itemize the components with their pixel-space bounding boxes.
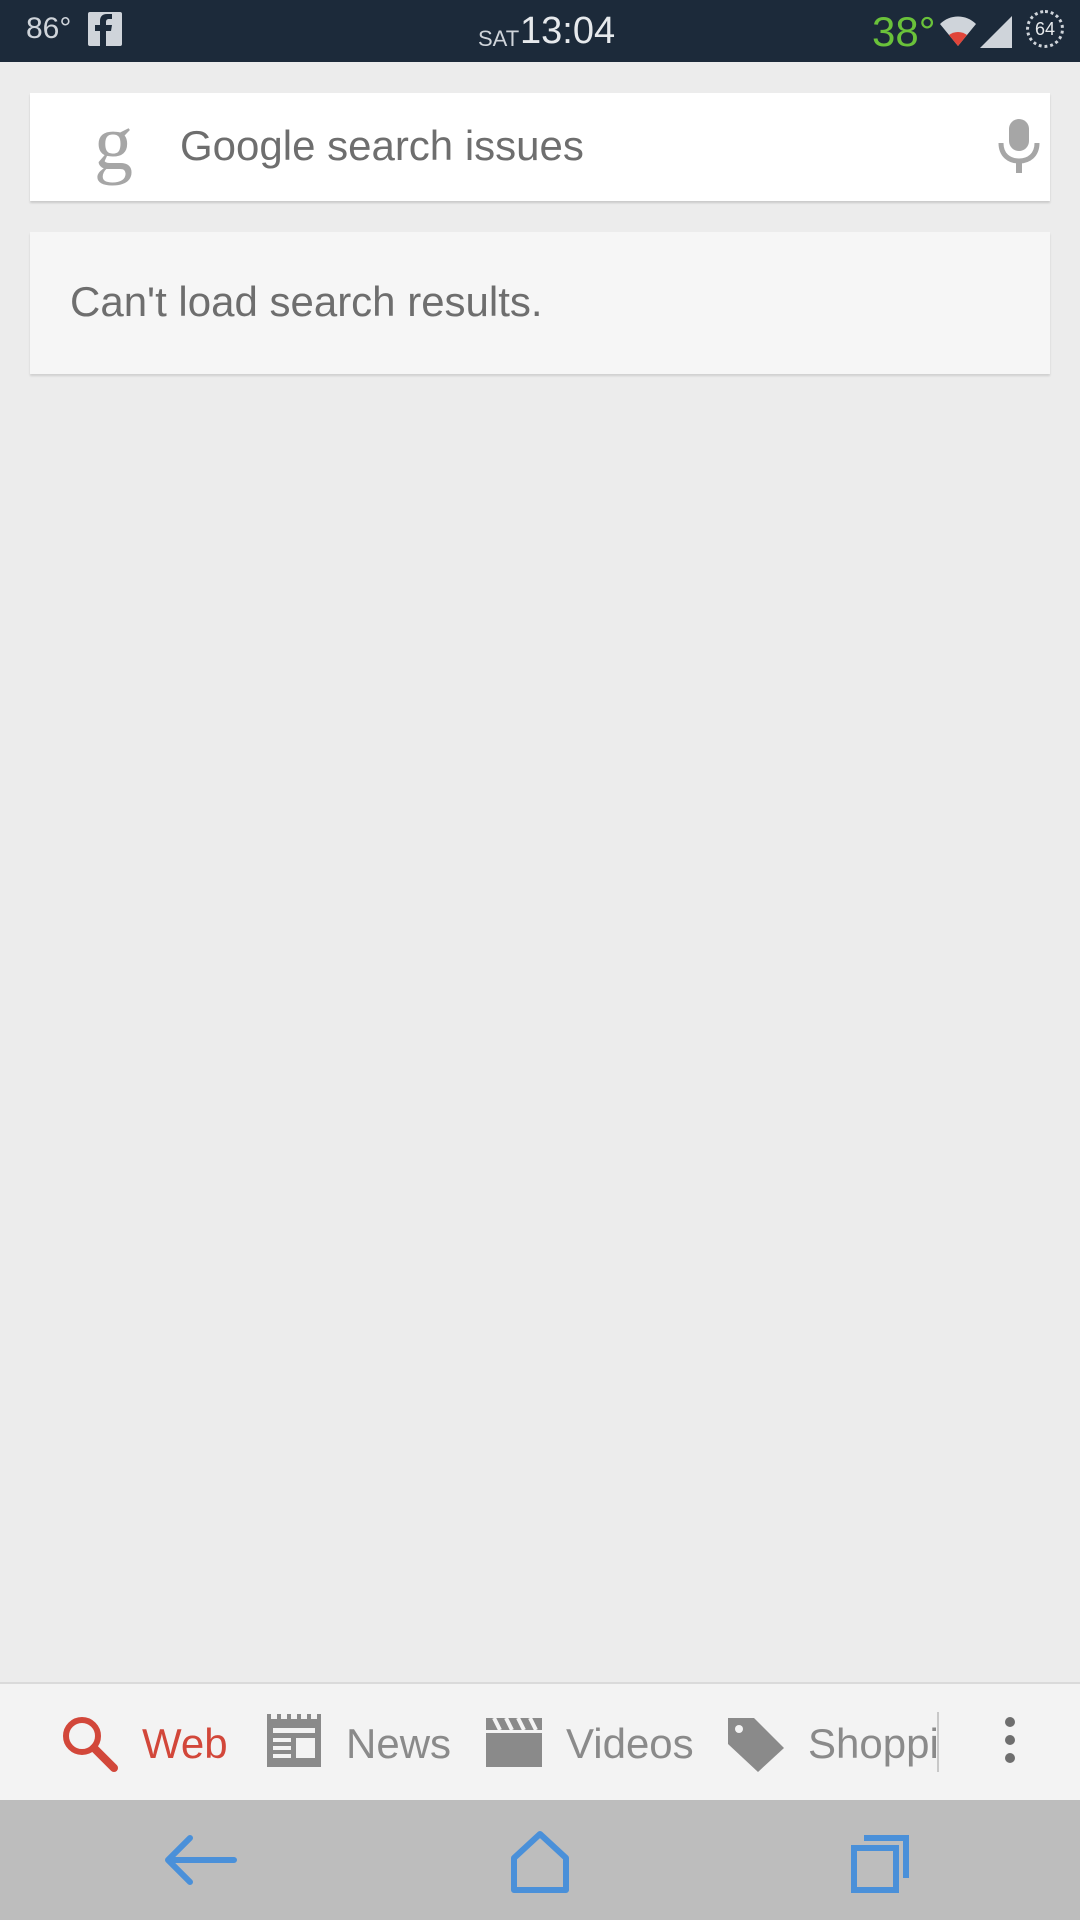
tab-shopping-label-wrapper: Shopping <box>808 1720 940 1776</box>
clapperboard-icon <box>484 1714 544 1775</box>
more-vert-icon[interactable] <box>996 1714 1024 1770</box>
tab-news-label: News <box>346 1720 452 1767</box>
tab-news[interactable]: News <box>262 1684 451 1800</box>
search-icon <box>60 1714 120 1779</box>
recent-apps-icon[interactable] <box>848 1830 912 1899</box>
error-message: Can't load search results. <box>70 278 543 325</box>
tag-icon <box>726 1714 788 1779</box>
facebook-icon <box>88 12 122 46</box>
search-box[interactable]: g <box>30 93 1050 201</box>
tab-videos-label: Videos <box>566 1720 694 1767</box>
status-weather-temp: 38° <box>872 8 936 55</box>
search-tabs-bar: Web News Videos Shoppi <box>0 1682 1080 1800</box>
status-temperature: 86° <box>26 12 72 45</box>
home-icon[interactable] <box>508 1830 572 1899</box>
error-card: Can't load search results. <box>30 232 1050 374</box>
microphone-icon[interactable] <box>994 117 1044 182</box>
wifi-icon <box>938 12 978 53</box>
tab-videos[interactable]: Videos <box>484 1684 694 1800</box>
signal-icon <box>978 14 1014 55</box>
system-nav-bar <box>0 1800 1080 1920</box>
tab-web-label: Web <box>142 1720 228 1767</box>
tab-shopping-label: Shopping <box>808 1720 940 1767</box>
status-bar: 86° SAT 13:04 38° 64 <box>0 0 1080 62</box>
back-arrow-icon[interactable] <box>160 1830 238 1895</box>
status-time: 13:04 <box>520 10 616 52</box>
tab-web[interactable]: Web <box>56 1684 228 1800</box>
status-day: SAT <box>478 26 520 51</box>
search-input[interactable] <box>180 113 950 179</box>
newspaper-icon <box>264 1714 324 1775</box>
battery-icon: 64 <box>1026 10 1064 48</box>
google-g-icon: g <box>94 99 133 186</box>
tab-divider <box>937 1712 939 1772</box>
